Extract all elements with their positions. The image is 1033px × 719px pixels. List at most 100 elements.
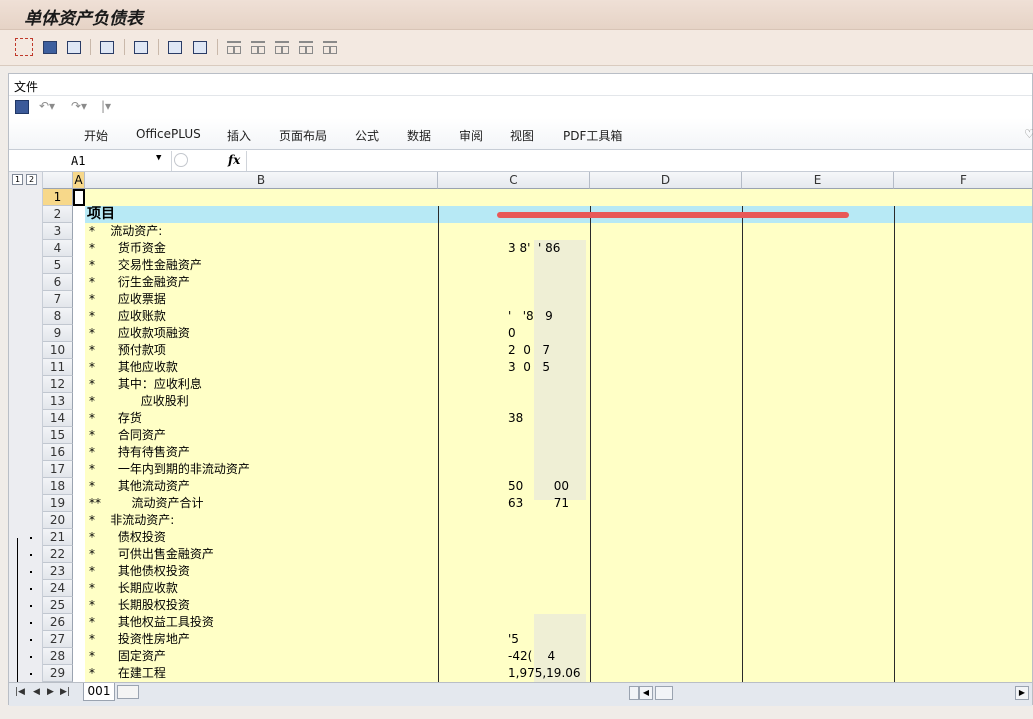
value-cell[interactable]: 0 [438, 325, 590, 342]
active-cell-a1[interactable] [73, 189, 85, 206]
value-cell[interactable]: 50 00 [438, 478, 590, 495]
horizontal-scrollbar[interactable]: ◀ ▶ [629, 686, 1029, 700]
value-cell[interactable]: 3 8' ' 86 [438, 240, 590, 257]
ribbon-tab-review[interactable]: 审阅 [459, 127, 483, 144]
row-header[interactable]: 22 [43, 546, 73, 563]
row-header[interactable]: 27 [43, 631, 73, 648]
value-cell[interactable] [438, 223, 590, 240]
value-cell[interactable]: -42( 4 [438, 648, 590, 665]
item-cell[interactable]: * 存货 [85, 410, 438, 427]
row-header[interactable]: 5 [43, 257, 73, 274]
item-cell[interactable]: * 一年内到期的非流动资产 [85, 461, 438, 478]
name-box-dropdown-icon[interactable]: ▼ [156, 153, 161, 163]
fx-icon[interactable]: fx [228, 153, 240, 167]
item-cell[interactable]: * 长期应收款 [85, 580, 438, 597]
hierarchy-3-icon[interactable] [272, 37, 292, 57]
hierarchy-2-icon[interactable] [248, 37, 268, 57]
ribbon-tab-insert[interactable]: 插入 [227, 127, 251, 144]
undo-icon[interactable]: ↶▾ [39, 99, 55, 113]
row-header[interactable]: 3 [43, 223, 73, 240]
save-icon[interactable] [15, 100, 29, 114]
item-cell[interactable]: * 交易性金融资产 [85, 257, 438, 274]
row-header[interactable]: 24 [43, 580, 73, 597]
item-cell[interactable]: * 应收账款 [85, 308, 438, 325]
row-header[interactable]: 10 [43, 342, 73, 359]
ribbon-collapse-icon[interactable]: ♡ [1024, 127, 1033, 141]
item-cell[interactable]: * 非流动资产: [85, 512, 438, 529]
value-cell[interactable]: 63 71 [438, 495, 590, 512]
ribbon-tab-formulas[interactable]: 公式 [355, 127, 379, 144]
value-cell[interactable] [438, 529, 590, 546]
ribbon-tab-home[interactable]: 开始 [84, 127, 108, 144]
hierarchy-5-icon[interactable] [320, 37, 340, 57]
row-header[interactable]: 16 [43, 444, 73, 461]
scroll-right-icon[interactable]: ▶ [1015, 686, 1029, 700]
row-header[interactable]: 29 [43, 665, 73, 682]
value-cell[interactable]: 2 0 7 [438, 342, 590, 359]
item-cell[interactable]: * 其他债权投资 [85, 563, 438, 580]
item-cell[interactable]: * 应收票据 [85, 291, 438, 308]
value-cell[interactable] [438, 614, 590, 631]
item-cell[interactable]: * 货币资金 [85, 240, 438, 257]
sheet-tab-001[interactable]: 001 [83, 683, 115, 701]
row-header[interactable]: 2 [43, 206, 73, 223]
value-cell[interactable] [438, 461, 590, 478]
col-header-e[interactable]: E [742, 172, 894, 189]
row-header[interactable]: 13 [43, 393, 73, 410]
row-header[interactable]: 6 [43, 274, 73, 291]
item-cell[interactable]: * 预付款项 [85, 342, 438, 359]
ribbon-tab-data[interactable]: 数据 [407, 127, 431, 144]
row-header[interactable]: 12 [43, 376, 73, 393]
col-header-a[interactable]: A [73, 172, 85, 189]
item-cell[interactable]: ** 流动资产合计 [85, 495, 438, 512]
export-icon[interactable] [190, 37, 210, 57]
select-detail-icon[interactable] [14, 37, 34, 57]
print-icon[interactable] [165, 37, 185, 57]
row-header[interactable]: 20 [43, 512, 73, 529]
col-header-d[interactable]: D [590, 172, 742, 189]
row-header[interactable]: 25 [43, 597, 73, 614]
row-header[interactable]: 18 [43, 478, 73, 495]
row-header[interactable]: 19 [43, 495, 73, 512]
item-cell[interactable]: * 在建工程 [85, 665, 438, 682]
value-cell[interactable] [438, 393, 590, 410]
value-cell[interactable] [438, 427, 590, 444]
scroll-left-icon[interactable]: ◀ [639, 686, 653, 700]
col-header-c[interactable]: C [438, 172, 590, 189]
row-header[interactable]: 26 [43, 614, 73, 631]
row-header[interactable]: 21 [43, 529, 73, 546]
col-header-b[interactable]: B [85, 172, 438, 189]
value-cell[interactable] [438, 376, 590, 393]
row-header[interactable]: 9 [43, 325, 73, 342]
info-icon[interactable] [40, 37, 60, 57]
item-cell[interactable]: * 持有待售资产 [85, 444, 438, 461]
name-box[interactable]: A1 ▼ [9, 151, 172, 171]
ribbon-tab-page-layout[interactable]: 页面布局 [279, 127, 327, 144]
scroll-thumb[interactable] [655, 686, 673, 700]
item-cell[interactable]: * 投资性房地产 [85, 631, 438, 648]
hierarchy-1-icon[interactable] [224, 37, 244, 57]
item-cell[interactable]: * 其他应收款 [85, 359, 438, 376]
row-header[interactable]: 1 [43, 189, 73, 206]
row-header[interactable]: 28 [43, 648, 73, 665]
item-cell[interactable]: * 合同资产 [85, 427, 438, 444]
value-cell[interactable] [438, 274, 590, 291]
value-cell[interactable] [438, 546, 590, 563]
select-all-corner[interactable] [43, 172, 73, 189]
scroll-split-icon[interactable] [629, 686, 639, 700]
prev-sheet-icon[interactable]: ◀ [33, 687, 40, 697]
value-cell[interactable] [438, 444, 590, 461]
columns-icon[interactable] [131, 37, 151, 57]
value-cell[interactable] [438, 597, 590, 614]
value-cell[interactable] [438, 291, 590, 308]
ribbon-tab-view[interactable]: 视图 [510, 127, 534, 144]
value-cell[interactable] [438, 512, 590, 529]
item-cell[interactable] [85, 189, 438, 206]
item-cell[interactable]: * 流动资产: [85, 223, 438, 240]
ribbon-tab-pdf-tools[interactable]: PDF工具箱 [563, 127, 622, 144]
first-sheet-icon[interactable]: |◀ [15, 687, 25, 697]
value-cell[interactable] [438, 563, 590, 580]
value-cell[interactable]: ' '8 9 [438, 308, 590, 325]
new-sheet-icon[interactable] [117, 685, 139, 699]
qat-customize-icon[interactable]: |▾ [101, 99, 111, 113]
